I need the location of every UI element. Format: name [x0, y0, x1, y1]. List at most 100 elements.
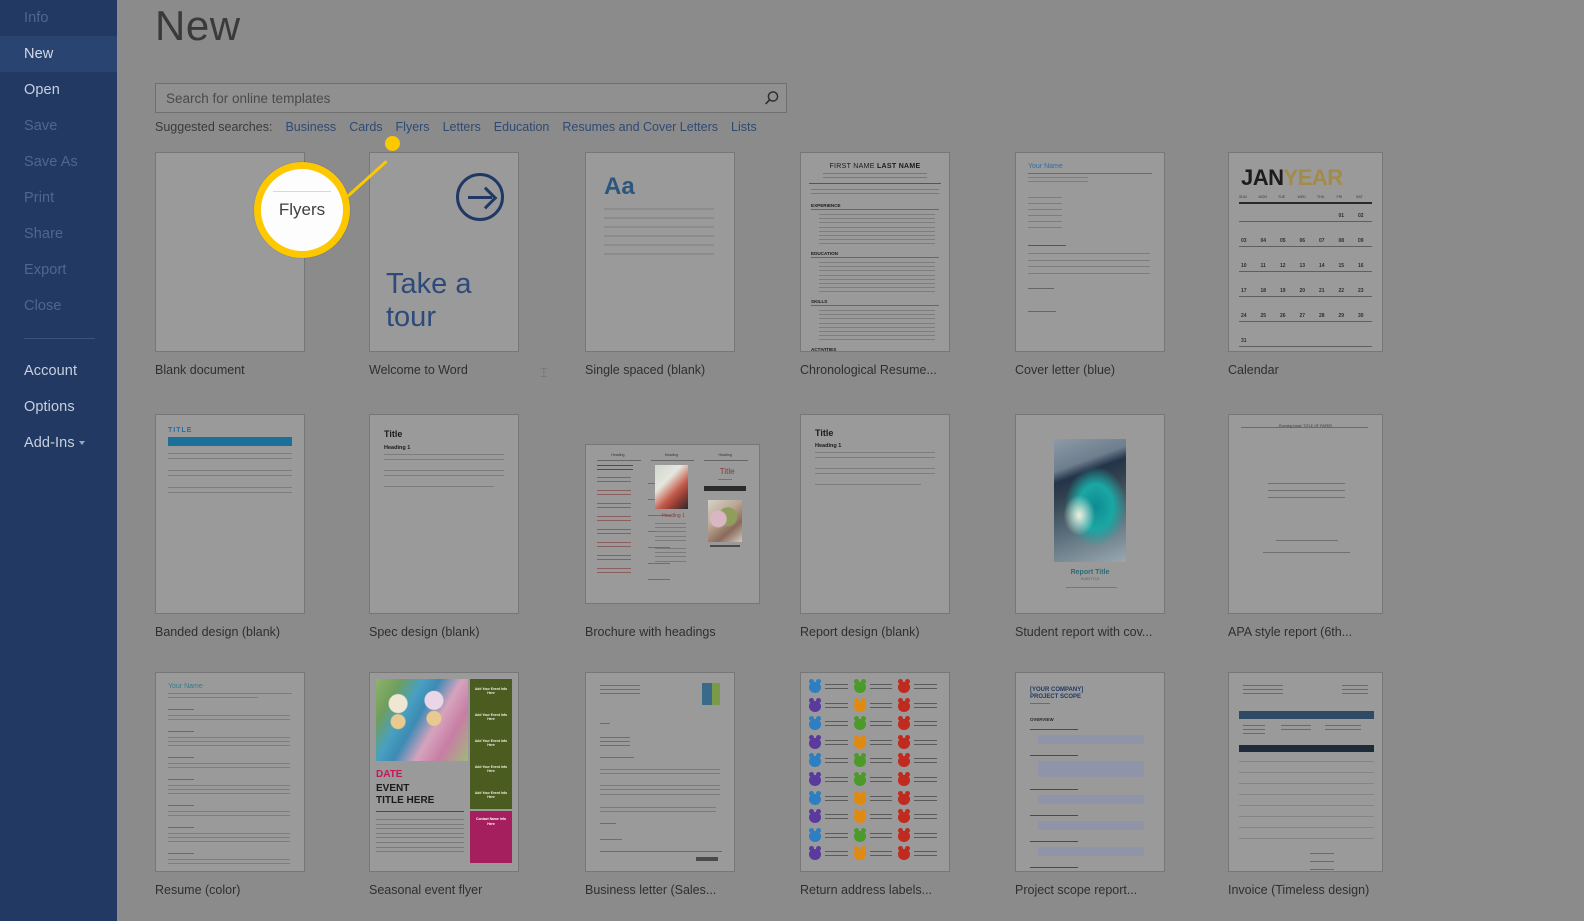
doc-line [384, 458, 504, 460]
label-cell [898, 679, 943, 699]
doc-line [914, 684, 937, 685]
sidebar-item-save[interactable]: Save [0, 108, 117, 144]
rule [1028, 173, 1152, 174]
doc-line [604, 244, 714, 246]
doc-line [1028, 253, 1150, 254]
label-cell [853, 697, 899, 718]
doc-line [168, 741, 290, 743]
sidebar-item-add-ins[interactable]: Add-Ins [0, 425, 117, 461]
doc-line [168, 487, 292, 488]
thumb-art-calendar: JANYEAR SUN MON TUE WED THU FRI SAT 01 02 03 04 05 06… [1229, 153, 1382, 351]
doc-line [1028, 259, 1150, 261]
template-card[interactable]: [YOUR COMPANY] PROJECT SCOPE OVERVIEW Proje… [1015, 672, 1165, 897]
search-icon[interactable] [756, 90, 786, 107]
template-thumbnail[interactable]: FIRST NAME LAST NAME EXPERIENCE EDUCATION S… [800, 152, 950, 352]
template-thumbnail[interactable] [1228, 672, 1383, 872]
template-thumbnail[interactable]: Report Title SUBTITLE [1015, 414, 1165, 614]
calendar-rule [1239, 296, 1372, 297]
template-thumbnail[interactable]: Title Heading 1 [369, 414, 519, 614]
rule [811, 209, 939, 210]
project-block [1038, 821, 1144, 830]
invoice-bar [1239, 711, 1374, 719]
template-thumbnail[interactable]: Title Heading 1 [800, 414, 950, 614]
suggested-search-education[interactable]: Education [494, 120, 550, 134]
template-thumbnail[interactable] [800, 672, 950, 872]
sidebar-item-info[interactable]: Info [0, 0, 117, 36]
suggested-search-business[interactable]: Business [285, 120, 336, 134]
brochure-panel-head: Heading [664, 453, 679, 457]
doc-line [168, 731, 194, 732]
template-card[interactable]: Your Name Resume (color) [155, 672, 305, 897]
template-card[interactable]: Your Name Cover letter (blue) [1015, 152, 1165, 377]
bear-icon [809, 809, 821, 824]
suggested-search-letters[interactable]: Letters [443, 120, 481, 134]
word-backstage-new-screen: Info New Open Save Save As Print Share Export Cl… [0, 0, 1584, 921]
template-thumbnail[interactable] [585, 672, 735, 872]
template-card[interactable]: Take a tour Welcome to Word [369, 152, 519, 377]
calendar-date: 21 [1319, 288, 1325, 294]
sidebar-item-options[interactable]: Options [0, 389, 117, 425]
sidebar-item-export[interactable]: Export [0, 252, 117, 288]
doc-line [815, 456, 935, 458]
search-box[interactable] [155, 83, 787, 113]
doc-line [869, 721, 893, 723]
calendar-date: 19 [1280, 288, 1286, 294]
template-thumbnail[interactable]: TITLE [155, 414, 305, 614]
arrow-right-circle-icon [456, 173, 504, 221]
template-card[interactable]: Report Title SUBTITLE Student report with … [1015, 414, 1165, 639]
template-card[interactable]: Invoice (Timeless design) [1228, 672, 1383, 897]
sidebar-item-share[interactable]: Share [0, 216, 117, 252]
suggested-search-flyers[interactable]: Flyers [396, 120, 430, 134]
template-card[interactable]: Aa Single spaced (blank) [585, 152, 735, 377]
template-name: Student report with cov... [1015, 625, 1153, 639]
template-card[interactable]: Return address labels... [800, 672, 950, 897]
template-thumbnail[interactable]: Aa [585, 152, 735, 352]
doc-line [825, 781, 848, 782]
doc-line [869, 762, 893, 764]
template-card[interactable]: Title Heading 1 Report design (blank) [800, 414, 950, 639]
label-cell [853, 790, 899, 811]
doc-line [597, 568, 631, 569]
search-input[interactable] [156, 90, 756, 106]
template-thumbnail[interactable]: Heading Heading Heading Heading 1 Title [585, 444, 760, 604]
template-thumbnail[interactable]: Add Your Event Info Here Add Your Event I… [369, 672, 519, 872]
doc-line [869, 851, 893, 853]
template-card[interactable]: Add Your Event Info Here Add Your Event I… [369, 672, 519, 897]
template-thumbnail[interactable]: Take a tour [369, 152, 519, 352]
template-thumbnail[interactable]: Running head: TITLE OF PAPER [1228, 414, 1383, 614]
sidebar-item-save-as[interactable]: Save As [0, 144, 117, 180]
template-card[interactable]: Running head: TITLE OF PAPER APA style re… [1228, 414, 1383, 639]
template-card[interactable]: TITLE Banded design (blank) [155, 414, 305, 639]
doc-line [168, 863, 290, 865]
doc-line [1243, 693, 1283, 694]
template-card[interactable]: Heading Heading Heading Heading 1 Title Broch… [585, 414, 760, 639]
suggested-search-lists[interactable]: Lists [731, 120, 757, 134]
template-card[interactable]: JANYEAR SUN MON TUE WED THU FRI SAT 01 02 03 04 05 06… [1228, 152, 1383, 377]
template-card[interactable]: Title Heading 1 Spec design (blank) [369, 414, 519, 639]
template-thumbnail[interactable]: [YOUR COMPANY] PROJECT SCOPE OVERVIEW [1015, 672, 1165, 872]
template-thumbnail[interactable]: Your Name [155, 672, 305, 872]
doc-line [600, 689, 640, 690]
label-cell [853, 679, 899, 699]
label-cell [898, 809, 943, 829]
flyer-panel-text: Add Your Event Info Here [474, 687, 508, 696]
suggested-search-cards[interactable]: Cards [349, 120, 382, 134]
doc-line [825, 814, 848, 816]
bear-icon [853, 716, 866, 731]
suggested-search-resumes-and-cover-letters[interactable]: Resumes and Cover Letters [562, 120, 718, 134]
doc-line [811, 189, 939, 190]
sidebar-item-print[interactable]: Print [0, 180, 117, 216]
sidebar-item-account[interactable]: Account [0, 353, 117, 389]
template-card[interactable]: FIRST NAME LAST NAME EXPERIENCE EDUCATION S… [800, 152, 950, 377]
project-section: OVERVIEW [1030, 717, 1054, 722]
doc-line [825, 702, 848, 704]
template-thumbnail[interactable]: JANYEAR SUN MON TUE WED THU FRI SAT 01 02 03 04 05 06… [1228, 152, 1383, 352]
sidebar-item-open[interactable]: Open [0, 72, 117, 108]
report-cover-image [1054, 438, 1126, 562]
doc-line [1267, 490, 1346, 491]
doc-line [600, 773, 720, 775]
template-card[interactable]: Business letter (Sales... [585, 672, 735, 897]
template-thumbnail[interactable]: Your Name [1015, 152, 1165, 352]
sidebar-item-new[interactable]: New [0, 36, 117, 72]
sidebar-item-close[interactable]: Close [0, 288, 117, 324]
